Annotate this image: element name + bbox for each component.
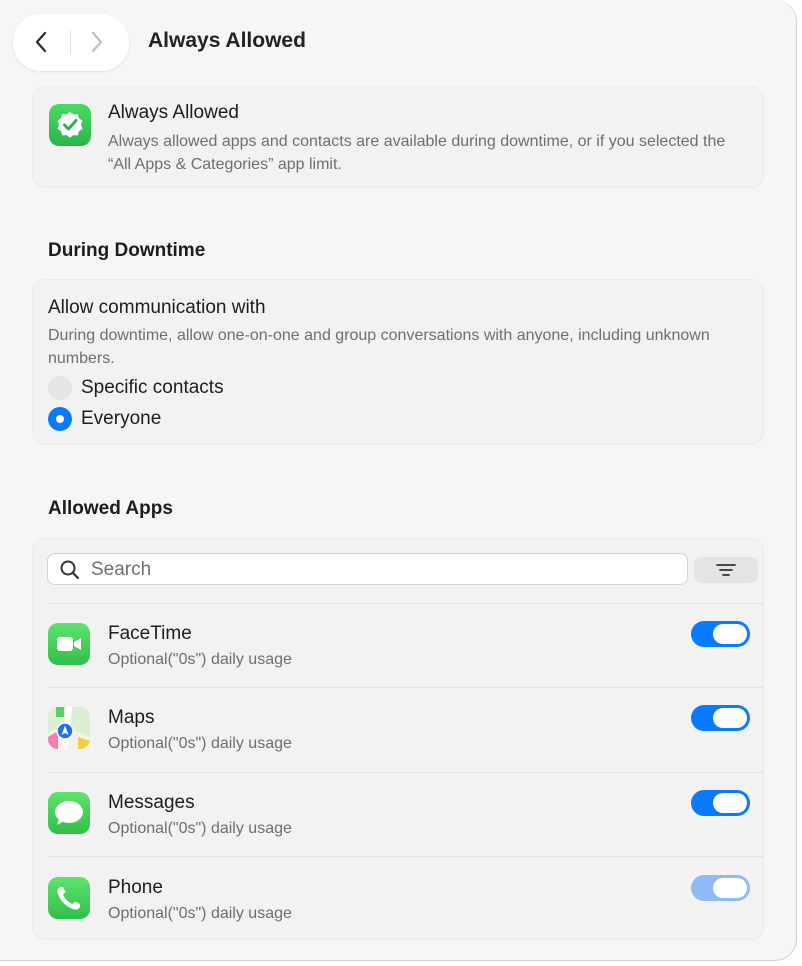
app-subtitle-messages: Optional("0s") daily usage — [108, 820, 292, 837]
app-name-phone: Phone — [108, 877, 163, 898]
toggle-messages[interactable] — [691, 790, 750, 816]
app-name-messages: Messages — [108, 792, 195, 813]
phone-icon — [48, 877, 90, 919]
communication-title: Allow communication with — [48, 297, 266, 318]
toggle-phone[interactable] — [691, 875, 750, 901]
toggle-facetime[interactable] — [691, 621, 750, 647]
app-subtitle-phone: Optional("0s") daily usage — [108, 905, 292, 922]
search-input[interactable] — [91, 558, 671, 582]
maps-icon — [48, 707, 90, 749]
nav-separator — [70, 30, 71, 54]
messages-icon — [48, 792, 90, 834]
toggle-maps[interactable] — [691, 705, 750, 731]
filter-button[interactable] — [694, 557, 758, 583]
radio-everyone[interactable] — [48, 407, 72, 431]
forward-button[interactable] — [83, 28, 111, 56]
radio-label-everyone[interactable]: Everyone — [81, 408, 161, 430]
info-card-title: Always Allowed — [108, 102, 239, 123]
info-card-description: Always allowed apps and contacts are ava… — [108, 133, 726, 173]
search-icon — [60, 560, 80, 580]
app-name-facetime: FaceTime — [108, 623, 192, 644]
radio-label-specific-contacts[interactable]: Specific contacts — [81, 377, 224, 399]
section-title-downtime: During Downtime — [48, 240, 206, 261]
row-divider — [48, 603, 764, 604]
chevron-left-icon — [35, 31, 47, 53]
settings-window: Always Allowed Always Allowed Always all… — [0, 0, 797, 961]
row-divider — [48, 772, 764, 773]
filter-icon — [716, 564, 736, 576]
facetime-icon — [48, 623, 90, 665]
app-name-maps: Maps — [108, 707, 155, 728]
chevron-right-icon — [91, 31, 103, 53]
back-button[interactable] — [27, 28, 55, 56]
page-title: Always Allowed — [148, 29, 306, 52]
section-title-allowed-apps: Allowed Apps — [48, 498, 173, 519]
row-divider — [48, 687, 764, 688]
checkmark-seal-icon — [49, 104, 91, 146]
search-field[interactable] — [47, 553, 688, 585]
row-divider — [48, 856, 764, 857]
app-subtitle-facetime: Optional("0s") daily usage — [108, 651, 292, 668]
navigation-buttons — [13, 14, 129, 71]
communication-description: During downtime, allow one-on-one and gr… — [48, 327, 710, 367]
app-subtitle-maps: Optional("0s") daily usage — [108, 735, 292, 752]
radio-specific-contacts[interactable] — [48, 376, 72, 400]
